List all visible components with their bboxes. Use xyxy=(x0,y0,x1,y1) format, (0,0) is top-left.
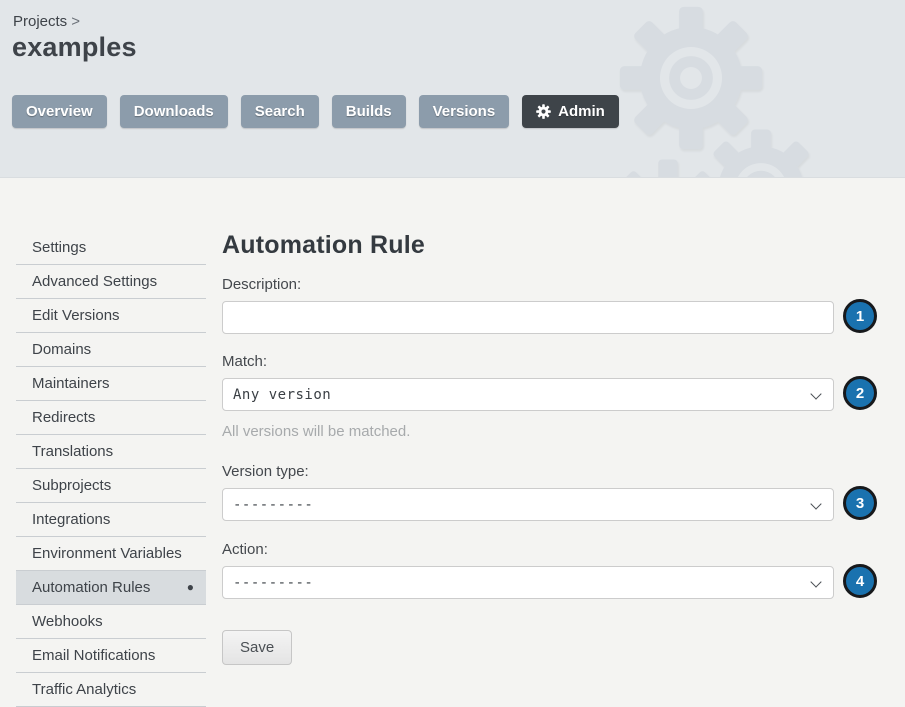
sidebar-item-settings[interactable]: Settings xyxy=(16,231,206,265)
nav-overview-button[interactable]: Overview xyxy=(12,95,107,128)
nav-downloads-button[interactable]: Downloads xyxy=(120,95,228,128)
step-badge-3: 3 xyxy=(843,486,877,520)
chevron-down-icon xyxy=(810,576,821,587)
step-badge-4: 4 xyxy=(843,564,877,598)
gear-decoration-icon xyxy=(618,5,764,156)
action-select-value: --------- xyxy=(233,575,313,591)
sidebar-item-translations[interactable]: Translations xyxy=(16,435,206,469)
action-select[interactable]: --------- xyxy=(222,566,834,599)
version-type-select[interactable]: --------- xyxy=(222,488,834,521)
admin-sidebar: Settings Advanced Settings Edit Versions… xyxy=(16,231,206,707)
match-select[interactable]: Any version xyxy=(222,378,834,411)
sidebar-item-environment-variables[interactable]: Environment Variables xyxy=(16,537,206,571)
nav-versions-button[interactable]: Versions xyxy=(419,95,510,128)
page-title: Automation Rule xyxy=(222,231,834,260)
sidebar-item-email-notifications[interactable]: Email Notifications xyxy=(16,639,206,673)
chevron-down-icon xyxy=(810,498,821,509)
action-label: Action: xyxy=(222,541,834,558)
automation-rule-form: Automation Rule Description: 1 Match: An… xyxy=(222,231,834,665)
nav-builds-button[interactable]: Builds xyxy=(332,95,406,128)
sidebar-item-subprojects[interactable]: Subprojects xyxy=(16,469,206,503)
match-select-value: Any version xyxy=(233,387,331,403)
active-bullet-icon: ● xyxy=(187,571,194,604)
gear-decoration-icon xyxy=(608,158,728,178)
breadcrumb-projects-link[interactable]: Projects xyxy=(13,13,67,30)
sidebar-item-redirects[interactable]: Redirects xyxy=(16,401,206,435)
description-label: Description: xyxy=(222,276,834,293)
sidebar-item-label: Automation Rules xyxy=(32,579,150,596)
version-type-select-value: --------- xyxy=(233,497,313,513)
sidebar-item-domains[interactable]: Domains xyxy=(16,333,206,367)
project-title: examples xyxy=(12,32,137,63)
match-help-text: All versions will be matched. xyxy=(222,423,834,440)
breadcrumb: Projects> xyxy=(13,13,80,30)
sidebar-item-maintainers[interactable]: Maintainers xyxy=(16,367,206,401)
breadcrumb-separator: > xyxy=(71,13,80,30)
step-badge-1: 1 xyxy=(843,299,877,333)
save-button[interactable]: Save xyxy=(222,630,292,665)
step-badge-2: 2 xyxy=(843,376,877,410)
sidebar-item-automation-rules[interactable]: Automation Rules ● xyxy=(16,571,206,605)
sidebar-item-integrations[interactable]: Integrations xyxy=(16,503,206,537)
sidebar-item-edit-versions[interactable]: Edit Versions xyxy=(16,299,206,333)
gear-icon xyxy=(536,104,551,119)
version-type-label: Version type: xyxy=(222,463,834,480)
nav-admin-button[interactable]: Admin xyxy=(522,95,619,128)
sidebar-item-webhooks[interactable]: Webhooks xyxy=(16,605,206,639)
project-header: Projects> examples Overview Downloads Se… xyxy=(0,0,905,178)
sidebar-item-traffic-analytics[interactable]: Traffic Analytics xyxy=(16,673,206,707)
admin-page-body: Settings Advanced Settings Edit Versions… xyxy=(0,178,905,707)
gear-decoration-icon xyxy=(700,128,822,178)
project-nav: Overview Downloads Search Builds Version… xyxy=(12,95,619,128)
sidebar-item-advanced-settings[interactable]: Advanced Settings xyxy=(16,265,206,299)
description-input[interactable] xyxy=(222,301,834,334)
nav-admin-label: Admin xyxy=(558,103,605,120)
chevron-down-icon xyxy=(810,388,821,399)
nav-search-button[interactable]: Search xyxy=(241,95,319,128)
match-label: Match: xyxy=(222,353,834,370)
